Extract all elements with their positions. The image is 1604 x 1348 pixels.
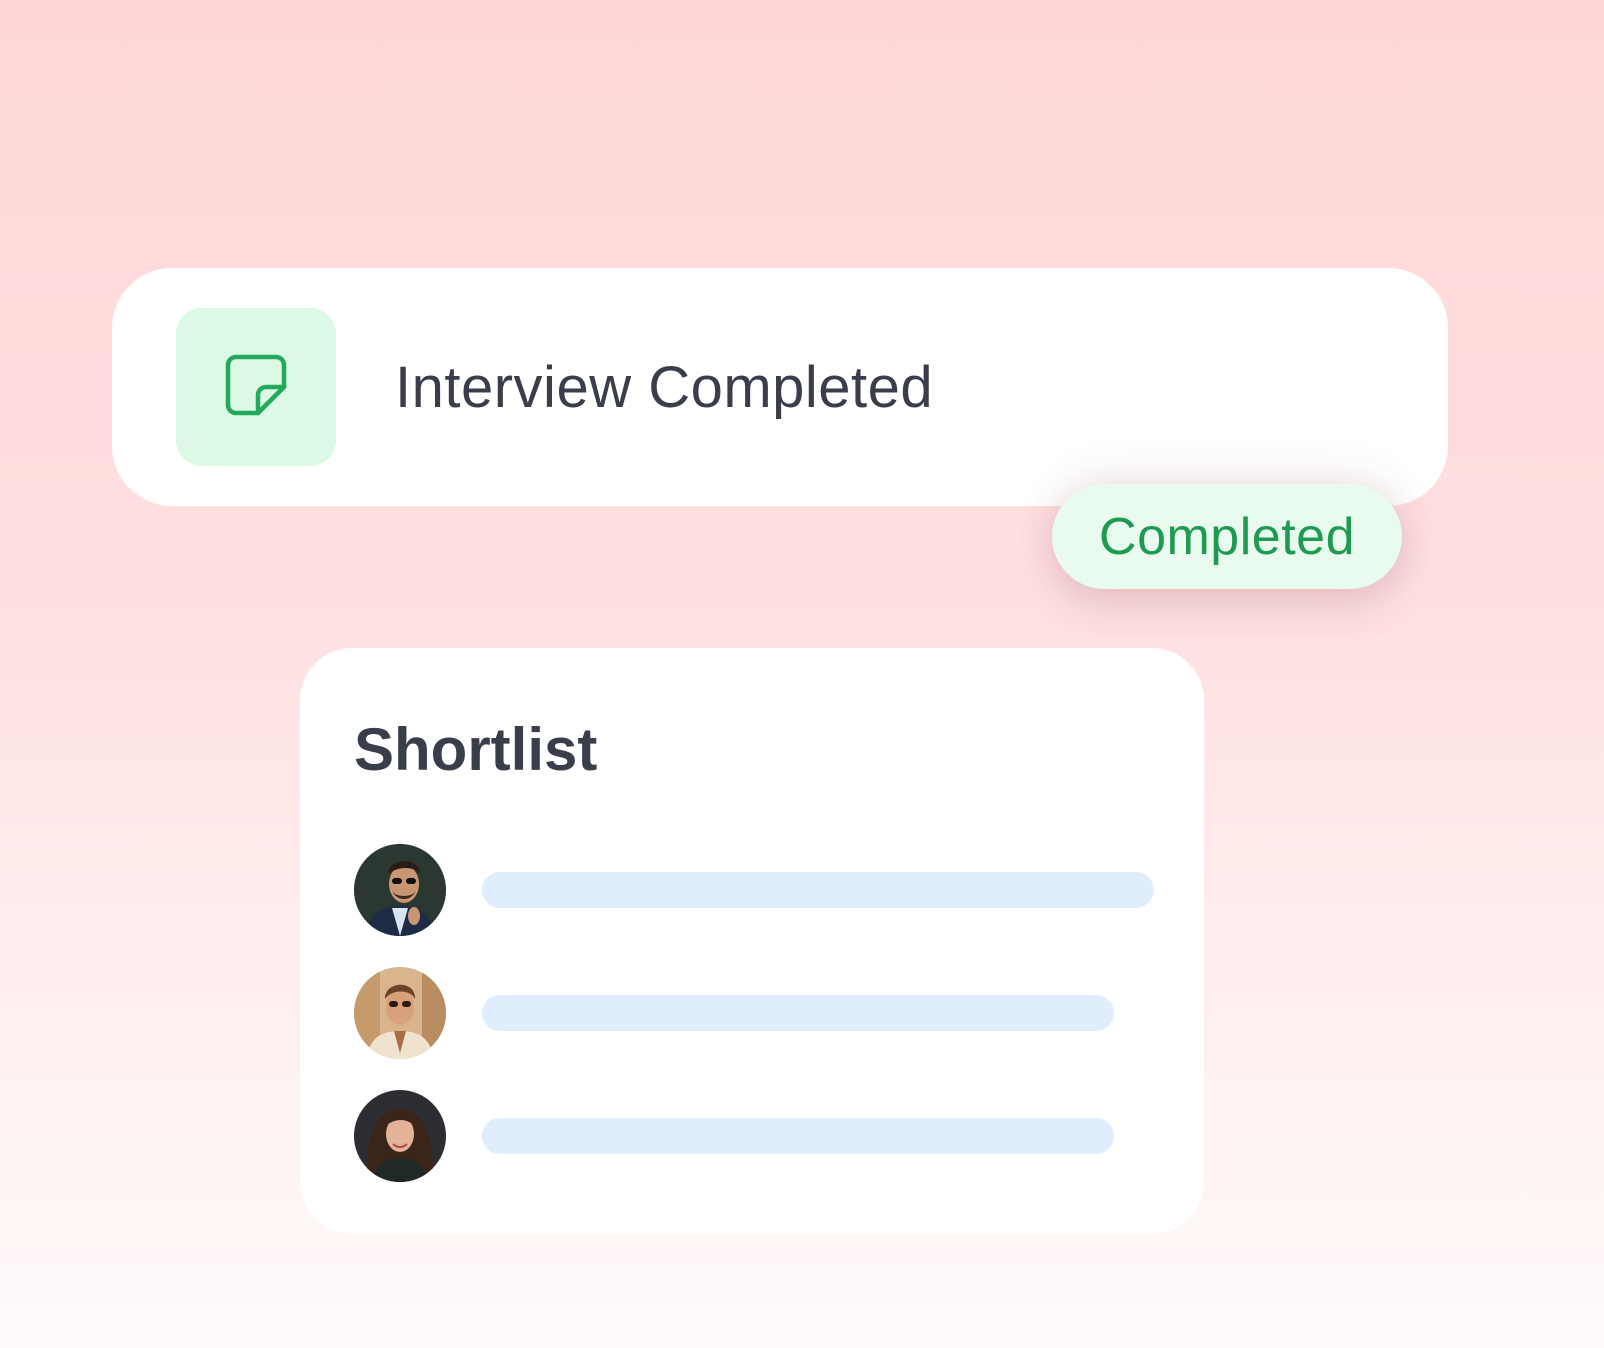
candidate-placeholder-bar <box>482 872 1154 908</box>
woman-with-long-hair-avatar[interactable] <box>354 1090 446 1182</box>
shortlist-card: Shortlist <box>300 648 1204 1234</box>
status-badge: Completed <box>1052 484 1402 589</box>
list-item[interactable] <box>354 967 1154 1059</box>
man-with-sunglasses-avatar[interactable] <box>354 844 446 936</box>
candidate-placeholder-bar <box>482 1118 1114 1154</box>
shortlist-title: Shortlist <box>354 716 598 783</box>
sticky-note-icon <box>222 351 290 424</box>
note-icon-container <box>176 308 336 466</box>
list-item[interactable] <box>354 844 1154 936</box>
man-with-glasses-avatar[interactable] <box>354 967 446 1059</box>
candidate-placeholder-bar <box>482 995 1114 1031</box>
interview-event-card[interactable]: Interview Completed <box>112 268 1448 506</box>
event-title: Interview Completed <box>395 355 934 420</box>
list-item[interactable] <box>354 1090 1154 1182</box>
